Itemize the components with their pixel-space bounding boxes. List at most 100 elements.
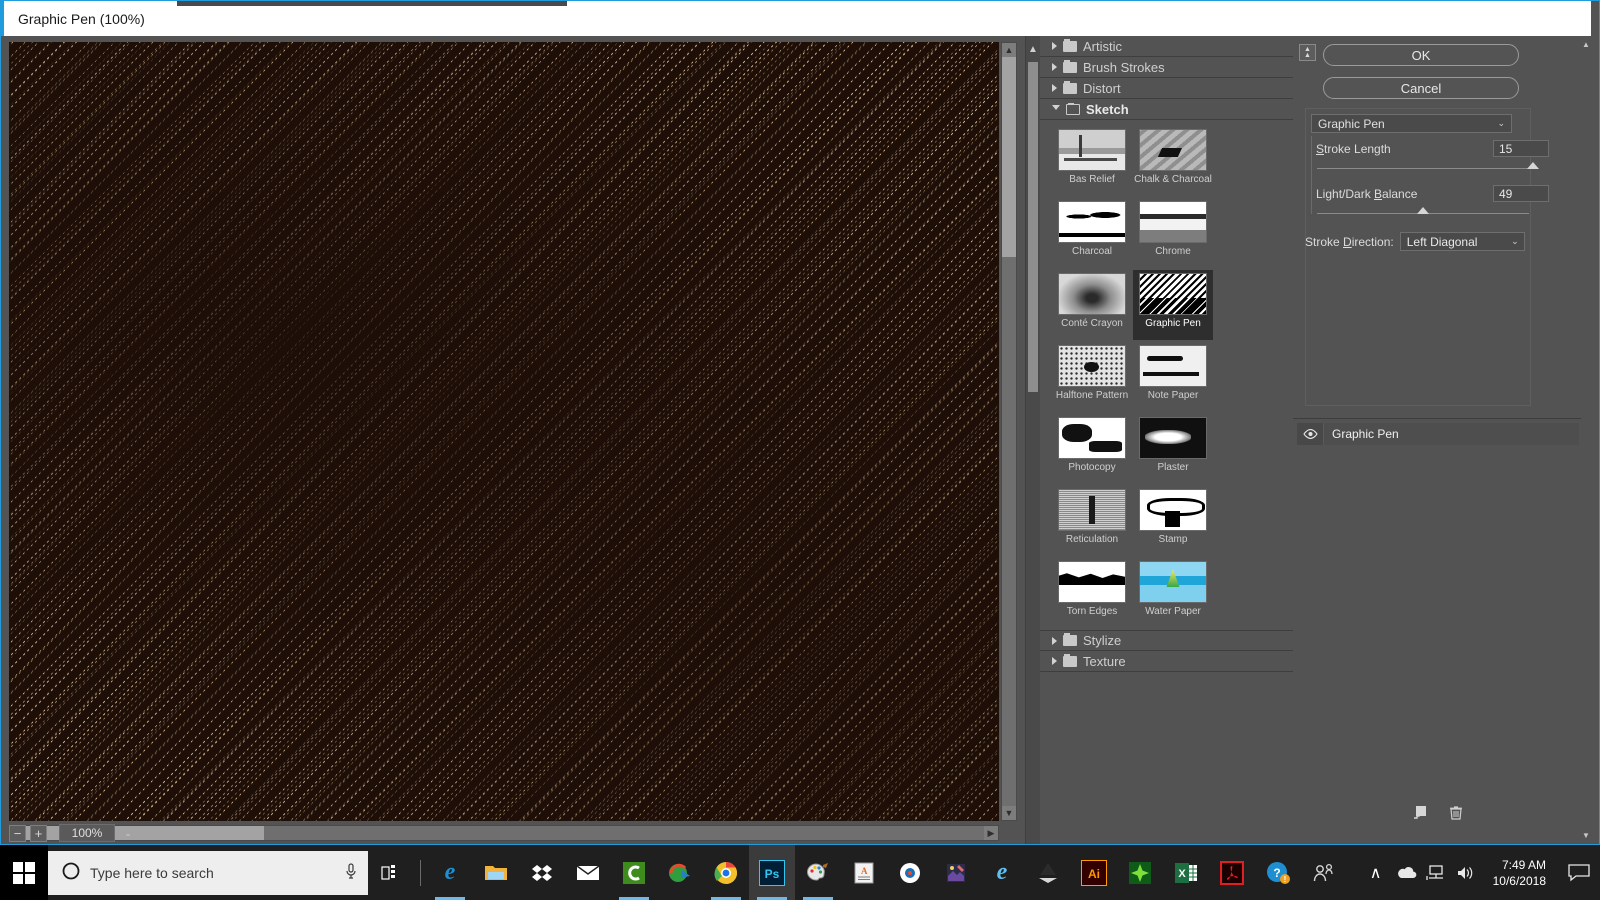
preview-canvas-wrapper[interactable] [9,42,999,821]
stroke-length-slider[interactable] [1317,162,1539,169]
taskbar-app-acrobat-reader[interactable] [1209,845,1255,900]
filter-category-distort[interactable]: Distort [1040,78,1294,99]
scroll-down-icon[interactable]: ▼ [1002,806,1016,820]
new-filter-layer-icon[interactable] [1411,804,1429,822]
clock[interactable]: 7:49 AM 10/6/2018 [1481,845,1558,900]
thumbnail-image [1139,417,1207,459]
network-icon[interactable] [1421,845,1451,900]
onedrive-icon[interactable] [1391,845,1421,900]
svg-text:X: X [1178,868,1186,880]
filter-layer-stack-panel: Graphic Pen [1293,418,1583,836]
taskbar-app-camtasia[interactable] [611,845,657,900]
ok-button[interactable]: OK [1323,44,1519,66]
window-titlebar: Graphic Pen (100%) [1,1,1591,36]
taskbar-app-coreldraw[interactable] [1117,845,1163,900]
vertical-scroll-thumb[interactable] [1002,57,1016,257]
filter-category-sketch[interactable]: Sketch [1040,99,1294,120]
chevron-down-icon [1052,104,1060,114]
folder-icon [1063,80,1077,94]
delete-filter-layer-icon[interactable] [1447,804,1465,822]
taskbar-app-excel[interactable]: X [1163,845,1209,900]
filter-thumb-plaster[interactable]: Plaster [1133,414,1213,484]
volume-icon[interactable] [1451,845,1481,900]
preview-vertical-scrollbar[interactable]: ▲ ▼ [1001,42,1017,821]
zoom-out-button[interactable]: − [9,824,26,842]
filter-thumb-halftone-pattern[interactable]: Halftone Pattern [1052,342,1132,412]
taskbar-app-illustrator[interactable]: Ai [1071,845,1117,900]
zoom-level-value[interactable]: 100% [59,824,115,842]
chevron-down-icon: ⌄ [1511,236,1519,246]
filter-category-brush-strokes[interactable]: Brush Strokes [1040,57,1294,78]
taskbar-app-media-player[interactable] [887,845,933,900]
filter-thumb-graphic-pen[interactable]: Graphic Pen [1133,270,1213,340]
filter-thumb-chalk-and-charcoal[interactable]: Chalk & Charcoal [1133,126,1213,196]
taskbar-app-contacts[interactable] [1301,845,1347,900]
filter-list-scrollbar[interactable]: ▲ [1026,36,1040,844]
chevron-down-icon[interactable]: ⌄ [119,824,137,842]
show-hidden-icons-icon[interactable]: ∧ [1361,845,1391,900]
scroll-down-icon[interactable]: ▼ [1581,831,1591,840]
taskbar-app-get-help[interactable]: ? ! [1255,845,1301,900]
taskbar-app-photoshop[interactable]: Ps [749,845,795,900]
filter-thumb-reticulation[interactable]: Reticulation [1052,486,1132,556]
slider-thumb[interactable] [1416,207,1429,214]
dialog-right-scrollbar[interactable]: ▲ ▼ [1581,36,1591,844]
zoom-in-button[interactable]: + [30,824,47,842]
filter-thumb-water-paper[interactable]: Water Paper [1133,558,1213,628]
search-box[interactable]: Type here to search [48,850,368,895]
filter-gallery-dialog: ▲ ▼ ◀ ▶ − + 100% ⌄ ▲ [1,36,1591,844]
stroke-length-input[interactable]: 15 [1493,140,1549,157]
taskbar-app-chrome[interactable] [703,845,749,900]
visibility-eye-icon[interactable] [1297,423,1323,445]
folder-icon [1063,59,1077,73]
taskbar-app-mail[interactable] [565,845,611,900]
taskbar-app-inkscape[interactable] [1025,845,1071,900]
filter-layer-row[interactable]: Graphic Pen [1297,423,1579,445]
chevron-right-icon [1052,636,1057,645]
param-label-text: alance [1382,187,1418,201]
taskbar-app-internet-explorer[interactable]: e [979,845,1025,900]
scroll-right-icon[interactable]: ▶ [984,826,998,840]
taskbar-app-dropbox[interactable] [519,845,565,900]
task-view-button[interactable] [368,845,414,900]
filter-thumb-photocopy[interactable]: Photocopy [1052,414,1132,484]
cancel-button[interactable]: Cancel [1323,77,1519,99]
taskbar-app-document-viewer[interactable]: A [841,845,887,900]
scroll-up-icon[interactable]: ▲ [1002,43,1016,57]
clock-time: 7:49 AM [1501,857,1546,872]
filter-category-artistic[interactable]: Artistic [1040,36,1294,57]
filter-name-dropdown[interactable]: Graphic Pen ⌄ [1311,114,1512,133]
taskbar-app-edge[interactable]: e [427,845,473,900]
preview-pane: ▲ ▼ ◀ ▶ − + 100% ⌄ [1,36,1023,844]
filter-category-stylize[interactable]: Stylize [1040,630,1294,651]
filter-thumb-chrome[interactable]: Chrome [1133,198,1213,268]
stroke-direction-dropdown[interactable]: Left Diagonal ⌄ [1399,232,1525,251]
category-label: Artistic [1083,38,1122,54]
thumbnail-label: Stamp [1158,534,1188,545]
filter-thumb-stamp[interactable]: Stamp [1133,486,1213,556]
light-dark-balance-input[interactable]: 49 [1493,185,1549,202]
slider-thumb[interactable] [1526,162,1539,169]
thumbnail-image [1058,561,1126,603]
taskbar-app-internet-download-manager[interactable] [657,845,703,900]
filter-scroll-up-icon[interactable]: ▲ [1027,42,1039,56]
microphone-icon[interactable] [344,862,358,883]
filter-thumb-note-paper[interactable]: Note Paper [1133,342,1213,412]
filter-thumb-bas-relief[interactable]: Bas Relief [1052,126,1132,196]
taskbar-app-file-explorer[interactable] [473,845,519,900]
filter-thumb-torn-edges[interactable]: Torn Edges [1052,558,1132,628]
light-dark-balance-slider[interactable] [1317,207,1529,214]
filter-preview-canvas[interactable] [9,42,999,821]
thumbnail-label: Plaster [1157,462,1189,473]
action-center-icon[interactable] [1558,845,1600,900]
filter-category-texture[interactable]: Texture [1040,651,1294,672]
taskbar-app-paint[interactable] [795,845,841,900]
start-button[interactable] [0,845,48,900]
filter-thumb-charcoal[interactable]: Charcoal [1052,198,1132,268]
scroll-up-icon[interactable]: ▲ [1581,40,1591,49]
taskbar-app-photo-editor[interactable] [933,845,979,900]
filter-thumb-conte-crayon[interactable]: Conté Crayon [1052,270,1132,340]
search-input-placeholder[interactable]: Type here to search [90,865,334,881]
filter-list-scroll-thumb[interactable] [1028,62,1038,392]
collapse-panel-icon[interactable]: ▲ ▲ [1299,44,1316,61]
